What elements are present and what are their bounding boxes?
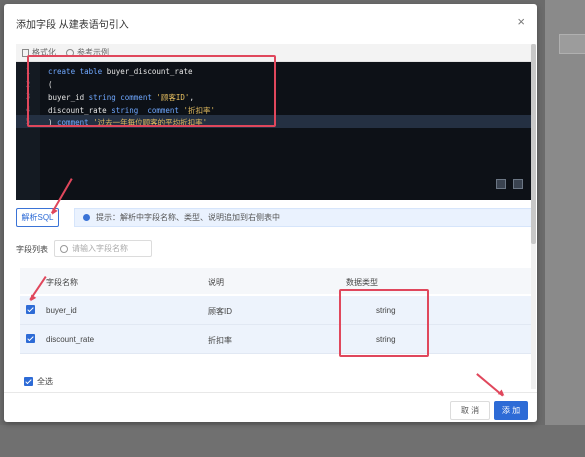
- code-token: '顾客ID': [156, 93, 190, 102]
- code-line: (: [48, 80, 53, 89]
- dialog-title: 添加字段 从建表语句引入: [16, 20, 129, 31]
- select-all[interactable]: 全选: [24, 376, 53, 387]
- code-line: create table buyer_discount_rate: [48, 67, 193, 76]
- code-line: discount_rate string comment '折扣率': [48, 105, 215, 116]
- line-number: 3: [25, 92, 31, 101]
- code-token: ,: [189, 93, 194, 102]
- search-placeholder: 请输入字段名称: [72, 244, 128, 253]
- row-checkbox[interactable]: [26, 305, 35, 314]
- fullscreen-icon[interactable]: [513, 179, 523, 189]
- column-header-type: 数据类型: [346, 278, 378, 287]
- line-number: 4: [25, 104, 31, 114]
- example-button[interactable]: 参考示例: [66, 47, 109, 58]
- help-icon: [66, 48, 74, 57]
- field-type: string: [376, 306, 396, 315]
- field-description: 折扣率: [208, 336, 232, 345]
- table-row[interactable]: buyer_id 顾客ID string: [20, 296, 532, 325]
- example-label: 参考示例: [77, 48, 109, 57]
- scrollbar-thumb[interactable]: [531, 44, 536, 244]
- search-icon: [60, 244, 68, 253]
- code-token: (: [48, 79, 53, 89]
- parse-tip: 提示：解析中字段名称、类型、说明追加到右侧表中: [74, 208, 534, 227]
- background-button: [559, 34, 585, 54]
- line-number: 1: [25, 67, 31, 76]
- select-all-label: 全选: [37, 377, 53, 386]
- code-line: buyer_id string comment '顾客ID',: [48, 92, 194, 103]
- code-token: discount_rate: [48, 105, 112, 115]
- editor-toolbar: 格式化 参考示例: [16, 44, 535, 62]
- select-all-checkbox[interactable]: [24, 377, 33, 386]
- sql-editor[interactable]: 1 create table buyer_discount_rate 2 (3 buye…: [16, 62, 535, 200]
- theme-toggle-icon[interactable]: [496, 179, 506, 189]
- fields-list-label: 字段列表: [16, 245, 48, 254]
- add-field-dialog: 添加字段 从建表语句引入 × 格式化 参考示例 1 create table bu…: [4, 4, 537, 422]
- info-icon: [83, 214, 90, 221]
- code-token: buyer_discount_rate: [106, 67, 193, 76]
- line-number: 2: [25, 79, 31, 89]
- code-token: ): [48, 118, 58, 127]
- line-number: 5: [25, 117, 31, 126]
- format-icon: [22, 48, 29, 57]
- dialog-footer: 取 消 添 加: [4, 392, 537, 423]
- code-token: buyer_id: [48, 93, 89, 102]
- close-icon[interactable]: ×: [517, 14, 525, 29]
- format-button[interactable]: 格式化: [22, 47, 56, 58]
- parse-tip-text: 提示：解析中字段名称、类型、说明追加到右侧表中: [96, 213, 280, 222]
- field-name: buyer_id: [46, 306, 77, 315]
- field-description: 顾客ID: [208, 307, 232, 316]
- code-token: '过去一年每位顾客的平均折扣率': [93, 118, 208, 127]
- add-button[interactable]: 添 加: [494, 401, 528, 420]
- code-token: create table: [48, 67, 107, 76]
- code-token: '折扣率': [183, 105, 215, 115]
- field-search-input[interactable]: 请输入字段名称: [54, 240, 152, 257]
- dialog-scrollbar[interactable]: [531, 44, 536, 389]
- table-header: 字段名称 说明 数据类型: [20, 268, 532, 294]
- code-token: comment: [57, 118, 94, 127]
- table-row[interactable]: discount_rate 折扣率 string: [20, 325, 532, 354]
- cancel-button[interactable]: 取 消: [450, 401, 490, 420]
- background-page-bottom: [0, 425, 585, 457]
- format-label: 格式化: [32, 48, 56, 57]
- column-header-description: 说明: [208, 278, 224, 287]
- field-name: discount_rate: [46, 335, 95, 344]
- field-type: string: [376, 335, 396, 344]
- code-token: string comment: [88, 93, 157, 102]
- column-header-name: 字段名称: [46, 278, 78, 287]
- background-page-right: [545, 0, 585, 457]
- code-line: ) comment '过去一年每位顾客的平均折扣率': [48, 117, 207, 128]
- row-checkbox[interactable]: [26, 334, 35, 343]
- code-token: string comment: [111, 105, 184, 115]
